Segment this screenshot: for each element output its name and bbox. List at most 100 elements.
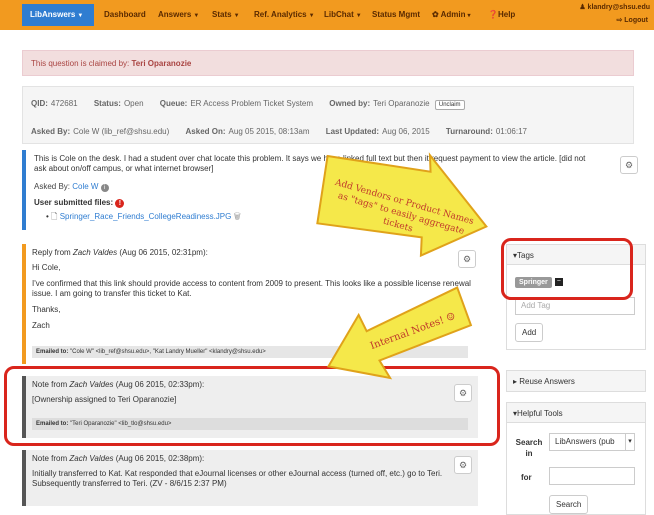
nav-libchat[interactable]: LibChat ▼ xyxy=(324,10,362,19)
emailed-label: Emailed to: xyxy=(36,349,69,355)
note-prefix: Note from xyxy=(32,454,68,463)
nav-help-label: Help xyxy=(497,10,516,19)
bullet-icon: • xyxy=(46,212,49,221)
reply-options-button[interactable]: ⚙ xyxy=(458,250,476,268)
question-block: This is Cole on the desk. I had a studen… xyxy=(22,150,638,230)
reply-prefix: Reply from xyxy=(32,248,71,257)
nav-libchat-label: LibChat xyxy=(324,10,354,19)
qid-value: 472681 xyxy=(50,99,78,108)
nav-help[interactable]: ❓Help xyxy=(488,10,515,19)
owner-value: Teri Oparanozie xyxy=(373,99,430,108)
note-highlight xyxy=(4,366,500,446)
gear-icon: ⚙ xyxy=(624,160,634,170)
info-icon[interactable]: i xyxy=(100,184,109,192)
reply-greeting: Hi Cole, xyxy=(32,263,61,272)
tools-title: Helpful Tools xyxy=(517,409,563,418)
for-label: for xyxy=(521,473,532,482)
asked-by-label: Asked By: xyxy=(34,182,71,191)
nav-brand-label: LibAnswers xyxy=(30,10,76,19)
reply-author: Zach Valdes xyxy=(72,248,118,257)
emailed-value: "Cole W" <lib_ref@shsu.edu>, "Kat Landry… xyxy=(70,349,266,355)
file-icon: 🗋 xyxy=(51,212,58,221)
reply-date: (Aug 06 2015, 02:31pm): xyxy=(119,248,208,257)
info-row-2: Asked By: Cole W (lib_ref@shsu.edu) Asked… xyxy=(31,127,527,136)
asked-on-value: Aug 05 2015, 08:13am xyxy=(228,127,310,136)
reuse-panel-header[interactable]: ▸ Reuse Answers xyxy=(507,371,645,391)
search-query-input[interactable] xyxy=(549,467,635,485)
nav-stats-label: Stats xyxy=(212,10,232,19)
asked-on-label: Asked On: xyxy=(185,127,226,136)
reply-entry: Reply from Zach Valdes (Aug 06 2015, 02:… xyxy=(22,244,478,364)
updated-label: Last Updated: xyxy=(325,127,380,136)
search-in-label: Search in xyxy=(515,438,543,458)
info-row-1: QID: 472681 Status: Open Queue: ER Access P… xyxy=(31,99,465,110)
asked-by-link[interactable]: Cole W xyxy=(72,182,98,191)
chevron-down-icon: ▼ xyxy=(308,13,315,19)
unclaim-button[interactable]: Unclaim xyxy=(434,100,465,110)
nav-answers-label: Answers xyxy=(158,10,192,19)
note-entry-2: Note from Zach Valdes (Aug 06 2015, 02:3… xyxy=(22,450,478,506)
note-options-button[interactable]: ⚙ xyxy=(454,456,472,474)
reply-thanks: Thanks, xyxy=(32,305,61,314)
nav-libanswers[interactable]: LibAnswers ▼ xyxy=(22,4,94,26)
nav-stats[interactable]: Stats ▼ xyxy=(212,10,240,19)
turnaround-value: 01:06:17 xyxy=(495,127,527,136)
user-icon: ♟ xyxy=(579,4,586,11)
status-label: Status: xyxy=(93,99,121,108)
chevron-down-icon: ▼ xyxy=(193,13,200,19)
reply-body: I've confirmed that this link should pro… xyxy=(32,279,471,298)
gear-icon: ⚙ xyxy=(462,254,472,264)
reuse-answers-panel: ▸ Reuse Answers xyxy=(506,370,646,392)
file-link[interactable]: Springer_Race_Friends_CollegeReadiness.J… xyxy=(60,212,232,221)
asked-by-label: Asked By: xyxy=(31,127,71,136)
nav-ref-analytics[interactable]: Ref. Analytics ▼ xyxy=(254,10,315,19)
nav-admin[interactable]: ✿ Admin ▾ xyxy=(432,10,471,19)
queue-label: Queue: xyxy=(159,99,188,108)
reply-emailed-to: Emailed to: "Cole W" <lib_ref@shsu.edu>,… xyxy=(32,346,468,358)
status-value: Open xyxy=(123,99,144,108)
gear-icon: ⚙ xyxy=(458,460,468,470)
helpful-tools-panel: ▾Helpful Tools Search in LibAnswers (pub… xyxy=(506,402,646,515)
search-scope-select[interactable]: LibAnswers (pub xyxy=(549,433,635,451)
nav-admin-label: Admin xyxy=(440,10,466,19)
search-button[interactable]: Search xyxy=(549,495,589,514)
user-account-link[interactable]: ♟ klandry@shsu.edu xyxy=(579,3,650,11)
claim-prefix: This question is claimed by: xyxy=(31,59,130,68)
user-email: klandry@shsu.edu xyxy=(587,4,650,11)
note-header: Note from Zach Valdes (Aug 06 2015, 02:3… xyxy=(32,454,472,463)
asked-by-value: Cole W (lib_ref@shsu.edu) xyxy=(73,127,170,136)
logout-icon: ⇨ xyxy=(616,17,623,24)
question-info-panel: QID: 472681 Status: Open Queue: ER Access P… xyxy=(22,86,634,144)
gear-icon: ✿ xyxy=(432,10,439,19)
question-text: This is Cole on the desk. I had a studen… xyxy=(34,154,586,173)
logout-link[interactable]: ⇨ Logout xyxy=(616,16,648,24)
claimed-alert: This question is claimed by: Teri Oparan… xyxy=(22,50,634,76)
nav-answers[interactable]: Answers ▼ xyxy=(158,10,199,19)
files-label: User submitted files: xyxy=(34,198,114,207)
logout-label: Logout xyxy=(624,17,648,24)
note-date: (Aug 06 2015, 02:38pm): xyxy=(115,454,205,463)
note-author: Zach Valdes xyxy=(69,454,114,463)
nav-status-mgmt[interactable]: Status Mgmt xyxy=(372,10,420,19)
reuse-title: Reuse Answers xyxy=(519,377,575,386)
reply-header: Reply from Zach Valdes (Aug 06 2015, 02:… xyxy=(32,248,472,257)
add-tag-button[interactable]: Add xyxy=(515,323,544,342)
trash-icon[interactable]: 🗑 xyxy=(234,212,241,221)
note-body: Initially transferred to Kat. Kat respon… xyxy=(32,469,443,488)
nav-dashboard[interactable]: Dashboard xyxy=(104,10,146,19)
turnaround-label: Turnaround: xyxy=(445,127,493,136)
claim-owner: Teri Oparanozie xyxy=(131,59,192,68)
top-navbar: LibAnswers ▼ Dashboard Answers ▼ Stats ▼ Re… xyxy=(0,0,654,30)
chevron-down-icon: ▼ xyxy=(355,13,362,19)
tools-panel-header[interactable]: ▾Helpful Tools xyxy=(507,403,645,423)
qid-label: QID: xyxy=(31,99,48,108)
exclamation-icon: ! xyxy=(115,199,125,208)
nav-ref-analytics-label: Ref. Analytics xyxy=(254,10,307,19)
chevron-down-icon[interactable]: ▾ xyxy=(625,434,634,450)
chevron-down-icon: ▾ xyxy=(467,13,471,19)
queue-value: ER Access Problem Ticket System xyxy=(190,99,314,108)
tags-highlight xyxy=(501,238,633,300)
question-options-button[interactable]: ⚙ xyxy=(620,156,638,174)
chevron-down-icon: ▼ xyxy=(233,13,240,19)
owner-label: Owned by: xyxy=(329,99,371,108)
